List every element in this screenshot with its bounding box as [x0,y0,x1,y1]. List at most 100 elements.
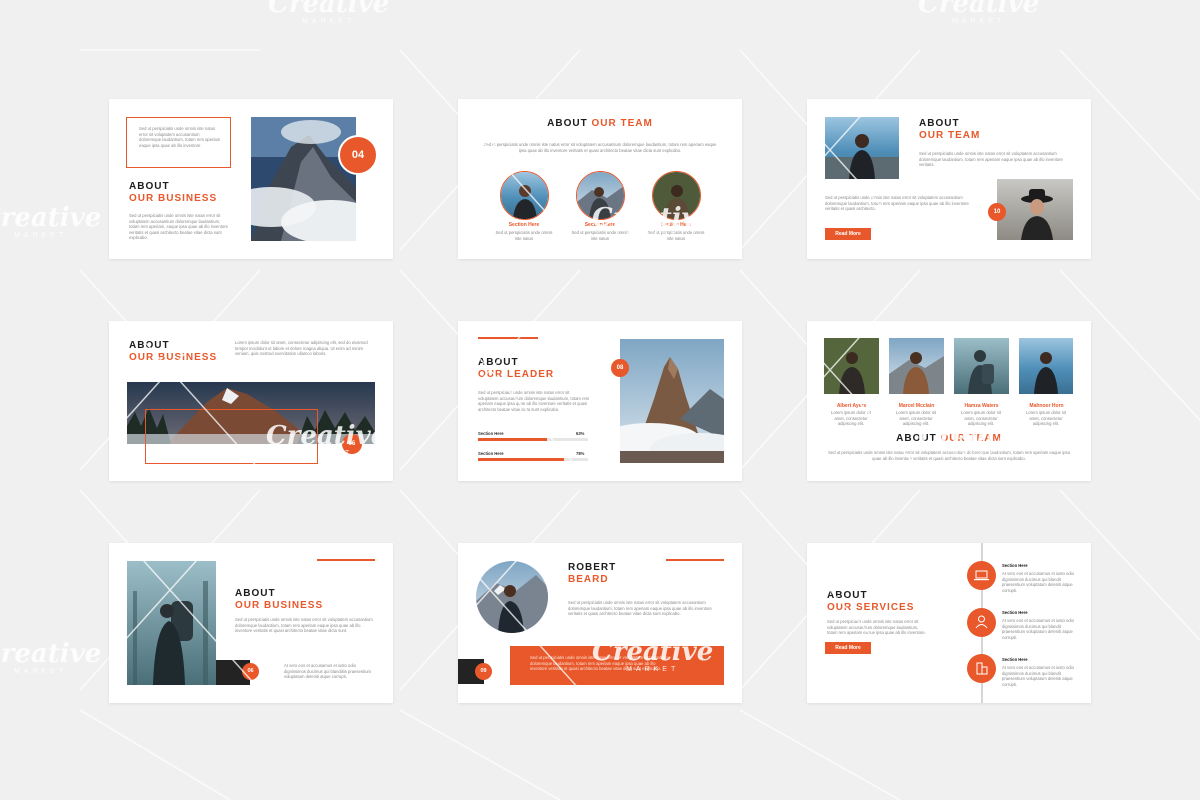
heading-line-1: ABOUT [896,433,937,444]
heading-line-2: BEARD [568,574,609,585]
team-member-label: Section Here [584,222,616,228]
read-more-button[interactable]: Read More [825,642,871,654]
team-member-text: Lorem ipsum dolor sit amet, consectetur … [1025,410,1067,426]
progress-label: Section Here [478,451,504,456]
heading-line-1: ABOUT [547,118,588,129]
orange-rule [666,559,724,561]
progress-label: Section Here [478,431,504,436]
watermark: Creative MARKET [0,640,101,675]
team-member-photo [652,171,701,220]
team-member-photo [954,338,1009,394]
slide-paragraph: Lorem ipsum dolor sit amet, consectetur … [235,340,368,356]
read-more-button[interactable]: Read More [825,228,871,240]
watermark-brand: Creative [0,639,102,669]
team-member-text: Sed ut perspiciatis unde omnis iste natu… [495,230,553,241]
heading-line-2: OUR LEADER [478,369,555,380]
slide-heading: ABOUT OUR TEAM [458,118,742,130]
slide-about-business-3[interactable]: 06 ABOUT OUR BUSINESS Sed ut perspiciati… [109,543,393,703]
team-photo-hat [997,179,1073,240]
slide-paragraph: Sed ut perspiciatis unde omnis iste natu… [478,390,590,412]
slide-profile-robert[interactable]: ROBERT BEARD Sed ut perspiciatis unde om… [458,543,742,703]
team-member-label: Section Here [508,222,540,228]
user-icon [967,608,996,637]
watermark-sub: MARKET [14,232,68,239]
slide-paragraph: Sed ut perspiciatis unde omnis iste natu… [483,142,717,153]
slide-paragraph: Sed ut perspiciatis unde omnis iste natu… [568,600,712,616]
heading-line-2: OUR BUSINESS [235,600,324,611]
team-member-label: Section Here [660,222,692,228]
service-label: Section Here [1002,610,1028,615]
watermark-brand: Creative [0,203,102,233]
team-member-photo [576,171,625,220]
slide-heading: ABOUT OUR BUSINESS [235,588,323,612]
slide-number-badge: 05 [342,434,362,454]
team-member-name: Albert Ayers [836,403,867,409]
slide-number-badge: 08 [611,359,629,377]
slide-heading: ROBERT BEARD [568,562,616,586]
heading-line-2: OUR BUSINESS [129,193,218,204]
slide-heading: ABOUT OUR TEAM [807,433,1091,445]
team-member-name: Hamza Waters [964,403,999,409]
progress-fill [478,438,548,441]
slide-about-team-3[interactable]: Albert Ayers Marcel Mcclain Hamza Waters… [807,321,1091,481]
slide-number-badge: 09 [475,663,492,680]
heading-line-1: ABOUT [129,340,170,351]
team-member-name: Mahnoor Horn [1029,403,1064,409]
team-member-photo [500,171,549,220]
building-icon [967,654,996,683]
progress-fill [478,458,564,461]
slide-paragraph: Sed ut perspiciatis unde omnis iste natu… [825,195,969,211]
service-text: At vero eos et accusamus et iusto odio d… [1002,618,1074,640]
heading-line-2: OUR TEAM [591,118,653,129]
watermark: Creative MARKET [0,204,101,239]
slide-about-services[interactable]: ABOUT OUR SERVICES Sed ut perspiciatis u… [807,543,1091,703]
watermark-sub: MARKET [302,18,356,25]
slide-number-badge: 06 [242,663,259,680]
team-member-text: Sed ut perspiciatis unde omnis iste natu… [571,230,629,241]
frame-text: Sed ut perspiciatis unde omnis iste natu… [139,126,221,148]
slide-paragraph: At vero eos et accusamus et iusto odio d… [284,663,372,679]
heading-line-2: OUR BUSINESS [129,352,218,363]
heading-line-2: OUR TEAM [919,130,981,141]
slide-number-badge: 10 [988,203,1006,221]
progress-bar [478,458,588,461]
progress-value: 63% [576,431,585,436]
slide-about-business-2[interactable]: ABOUT OUR BUSINESS Lorem ipsum dolor sit… [109,321,393,481]
slide-heading: ABOUT OUR LEADER [478,357,554,381]
team-member-text: Lorem ipsum dolor sit amet, consectetur … [830,410,872,426]
orange-rule [478,337,538,339]
service-label: Section Here [1002,563,1028,568]
slide-paragraph: Sed ut perspiciatis unde omnis iste natu… [235,617,373,633]
slide-paragraph: Sed ut perspiciatis unde omnis iste natu… [827,619,926,635]
leader-peak-photo [620,339,724,463]
slide-heading: ABOUT OUR TEAM [919,118,980,142]
laptop-icon [967,561,996,590]
watermark-brand: Creative [918,0,1040,19]
heading-line-1: ABOUT [827,590,868,601]
box-text: Sed ut perspiciatis unde omnis iste natu… [530,655,668,671]
slide-heading: ABOUT OUR BUSINESS [129,181,217,205]
team-member-photo [824,338,879,394]
service-label: Section Here [1002,657,1028,662]
heading-line-1: ABOUT [129,181,170,192]
heading-line-2: OUR TEAM [940,433,1002,444]
slide-about-team-1[interactable]: ABOUT OUR TEAM Sed ut perspiciatis unde … [458,99,742,259]
heading-line-1: ROBERT [568,562,617,573]
slide-paragraph: Sed ut perspiciatis unde omnis iste natu… [129,213,228,240]
watermark: Creative MARKET [268,0,389,25]
heading-line-1: ABOUT [478,357,519,368]
orange-rule [317,559,375,561]
heading-line-1: ABOUT [235,588,276,599]
orange-frame [145,409,318,464]
slide-number-badge: 04 [338,135,378,175]
slide-about-leader[interactable]: ABOUT OUR LEADER Sed ut perspiciatis und… [458,321,742,481]
slide-about-business-1[interactable]: Sed ut perspiciatis unde omnis iste natu… [109,99,393,259]
team-member-photo [1019,338,1073,394]
progress-bar [478,438,588,441]
mountain-photo [251,117,356,241]
service-text: At vero eos et accusamus et iusto odio d… [1002,665,1074,687]
slide-paragraph: Sed ut perspiciatis unde omnis iste natu… [919,151,1063,167]
team-member-photo [889,338,944,394]
team-photo-sea [825,117,899,179]
slide-about-team-2[interactable]: ABOUT OUR TEAM Sed ut perspiciatis unde … [807,99,1091,259]
